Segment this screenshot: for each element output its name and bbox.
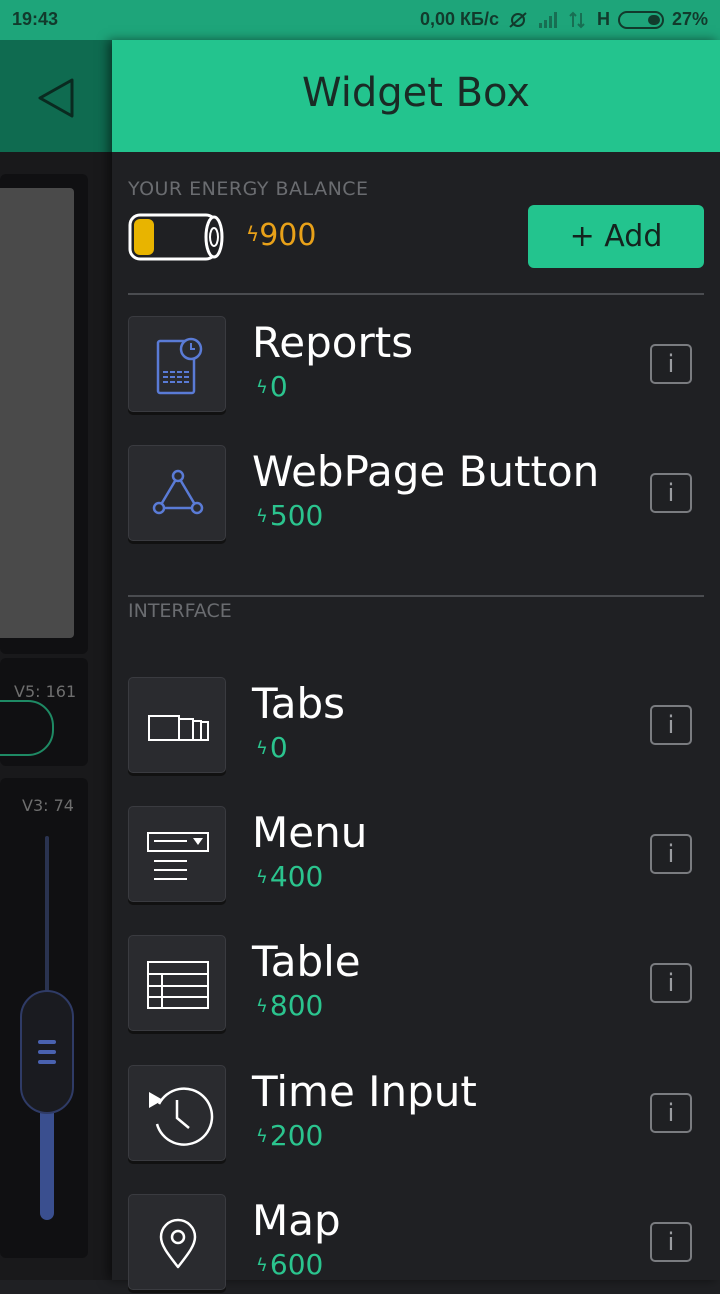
table-icon bbox=[147, 961, 209, 1009]
background-dashboard: V5: 161 V3: 74 bbox=[0, 40, 112, 1280]
section-label-interface: INTERFACE bbox=[128, 600, 232, 622]
widget-cost-value: 600 bbox=[269, 1248, 324, 1281]
bolt-icon: ϟ bbox=[256, 506, 268, 527]
widget-name: WebPage Button bbox=[252, 447, 600, 496]
energy-value: ϟ900 bbox=[246, 218, 316, 253]
info-button[interactable]: i bbox=[650, 344, 692, 384]
background-header bbox=[0, 40, 112, 152]
reports-icon bbox=[156, 337, 203, 395]
network-speed: 0,00 КБ/с bbox=[419, 9, 499, 29]
widget-name: Map bbox=[252, 1196, 341, 1245]
time-input-icon bbox=[149, 1087, 214, 1146]
widget-cost: ϟ0 bbox=[256, 731, 288, 764]
network-type: H bbox=[596, 9, 610, 29]
drawer-header: Widget Box bbox=[112, 40, 720, 152]
widget-item-table[interactable]: Table ϟ800 i bbox=[128, 935, 704, 1035]
info-button[interactable]: i bbox=[650, 705, 692, 745]
info-button[interactable]: i bbox=[650, 473, 692, 513]
widget-cost: ϟ400 bbox=[256, 860, 323, 893]
widget-cost-value: 500 bbox=[269, 499, 324, 532]
widget-tile[interactable] bbox=[128, 1065, 226, 1161]
bolt-icon: ϟ bbox=[256, 377, 268, 398]
widget-cost: ϟ500 bbox=[256, 499, 323, 532]
info-button[interactable]: i bbox=[650, 963, 692, 1003]
divider bbox=[128, 595, 704, 597]
widget-tile[interactable] bbox=[128, 316, 226, 412]
grip-line bbox=[38, 1060, 56, 1064]
bolt-icon: ϟ bbox=[256, 1255, 268, 1276]
widget-cost-value: 200 bbox=[269, 1119, 324, 1152]
status-time: 19:43 bbox=[12, 9, 59, 29]
widget-item-webpage-button[interactable]: WebPage Button ϟ500 i bbox=[128, 445, 704, 545]
data-arrows-icon bbox=[569, 11, 585, 28]
bolt-icon: ϟ bbox=[256, 1126, 268, 1147]
background-button-widget: V5: 161 bbox=[0, 658, 88, 766]
widget-tile[interactable] bbox=[128, 1194, 226, 1290]
grip-line bbox=[38, 1050, 56, 1054]
widget-cost: ϟ200 bbox=[256, 1119, 323, 1152]
background-display-widget bbox=[0, 174, 88, 654]
share-nodes-icon bbox=[152, 469, 204, 515]
widget-item-reports[interactable]: Reports ϟ0 i bbox=[128, 316, 704, 416]
add-energy-button[interactable]: + Add bbox=[528, 205, 704, 268]
widget-cost: ϟ0 bbox=[256, 370, 288, 403]
info-button[interactable]: i bbox=[650, 1222, 692, 1262]
v3-label: V3: 74 bbox=[22, 796, 74, 815]
menu-icon bbox=[147, 832, 209, 880]
widget-tile[interactable] bbox=[128, 935, 226, 1031]
widget-cost: ϟ600 bbox=[256, 1248, 323, 1281]
energy-amount: 900 bbox=[259, 218, 317, 253]
widget-item-tabs[interactable]: Tabs ϟ0 i bbox=[128, 677, 704, 777]
signal-icon bbox=[538, 11, 557, 28]
energy-battery-icon bbox=[128, 213, 224, 261]
divider bbox=[128, 293, 704, 295]
widget-cost-value: 800 bbox=[269, 989, 324, 1022]
widget-tile[interactable] bbox=[128, 445, 226, 541]
mute-alarm-icon bbox=[509, 11, 527, 28]
status-right: 0,00 КБ/с H 27% bbox=[420, 9, 708, 30]
widget-item-menu[interactable]: Menu ϟ400 i bbox=[128, 806, 704, 906]
widget-item-time-input[interactable]: Time Input ϟ200 i bbox=[128, 1065, 704, 1165]
widget-name: Reports bbox=[252, 318, 414, 367]
grip-line bbox=[38, 1040, 56, 1044]
widget-name: Table bbox=[252, 937, 361, 986]
back-arrow-icon[interactable] bbox=[34, 76, 78, 120]
widget-name: Time Input bbox=[252, 1067, 477, 1116]
widget-cost-value: 0 bbox=[269, 370, 288, 403]
v5-label: V5: 161 bbox=[14, 682, 77, 701]
widget-name: Menu bbox=[252, 808, 368, 857]
info-button[interactable]: i bbox=[650, 1093, 692, 1133]
widget-tile[interactable] bbox=[128, 677, 226, 773]
widget-name: Tabs bbox=[252, 679, 345, 728]
widget-item-map[interactable]: Map ϟ600 i bbox=[128, 1194, 704, 1294]
bolt-icon: ϟ bbox=[256, 867, 268, 888]
energy-balance-label: YOUR ENERGY BALANCE bbox=[128, 178, 369, 200]
status-bar: 19:43 0,00 КБ/с H 27% bbox=[0, 0, 720, 40]
background-slider-widget: V3: 74 bbox=[0, 778, 88, 1258]
widget-cost: ϟ800 bbox=[256, 989, 323, 1022]
drawer-title: Widget Box bbox=[302, 70, 530, 116]
battery-percent: 27% bbox=[671, 9, 708, 29]
widget-tile[interactable] bbox=[128, 806, 226, 902]
bolt-icon: ϟ bbox=[246, 222, 260, 246]
bolt-icon: ϟ bbox=[256, 738, 268, 759]
background-button bbox=[0, 700, 54, 756]
tabs-icon bbox=[148, 715, 209, 741]
battery-icon bbox=[617, 10, 664, 29]
bolt-icon: ϟ bbox=[256, 996, 268, 1017]
widget-box-drawer: Widget Box YOUR ENERGY BALANCE ϟ900 + Ad… bbox=[112, 40, 720, 1290]
info-button[interactable]: i bbox=[650, 834, 692, 874]
display-screen bbox=[0, 188, 74, 638]
map-pin-icon bbox=[159, 1218, 197, 1269]
slider-knob bbox=[20, 990, 74, 1114]
widget-cost-value: 0 bbox=[269, 731, 288, 764]
widget-cost-value: 400 bbox=[269, 860, 324, 893]
